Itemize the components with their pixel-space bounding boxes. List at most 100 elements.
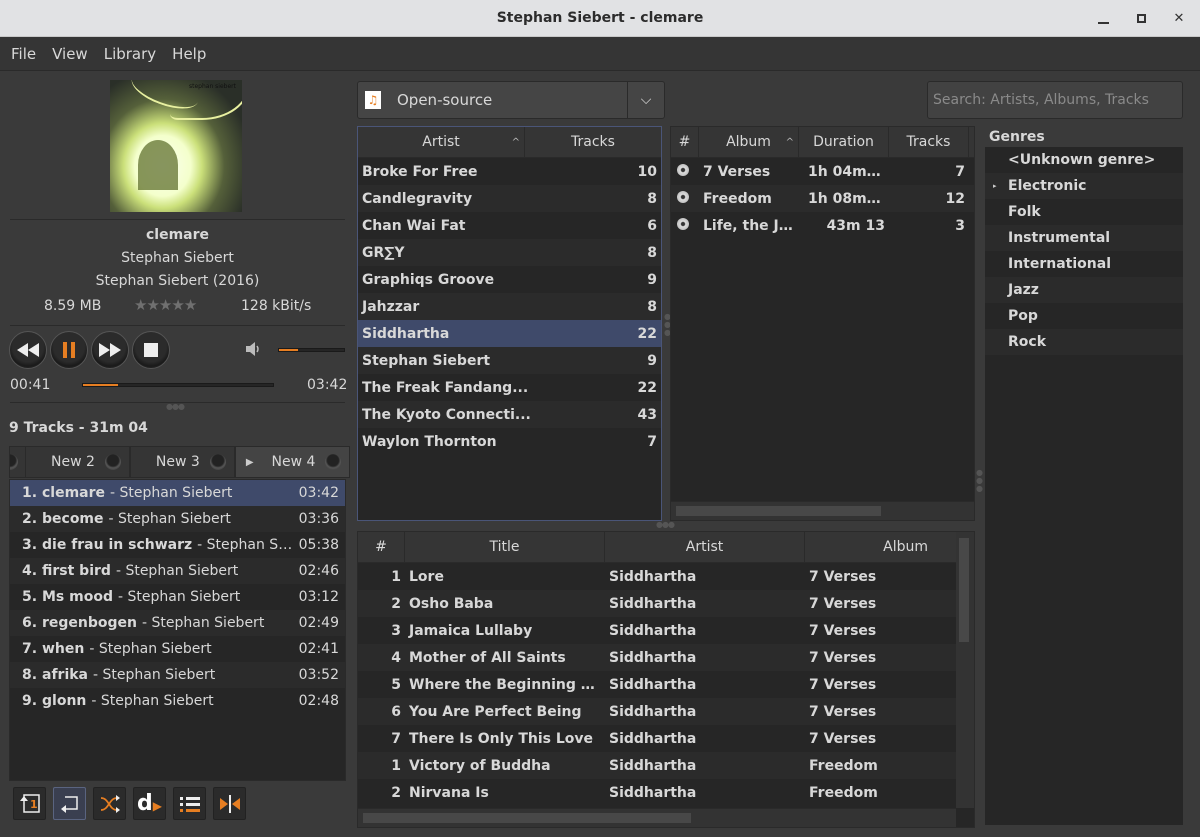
column-header-artist[interactable]: Artist bbox=[605, 532, 805, 562]
genre-item[interactable]: Jazz bbox=[985, 277, 1183, 303]
artist-row[interactable]: Broke For Free 10 bbox=[358, 158, 661, 185]
playlist-row[interactable]: 3. die frau in schwarz - Stephan Sie... 05:… bbox=[10, 532, 345, 558]
artist-row[interactable]: Stephan Siebert 9 bbox=[358, 347, 661, 374]
scrollbar-thumb[interactable] bbox=[363, 813, 691, 823]
playlist-row[interactable]: 4. first bird - Stephan Siebert 02:46 bbox=[10, 558, 345, 584]
track-row[interactable]: 1 Lore Siddhartha 7 Verses bbox=[358, 563, 956, 590]
volume-icon[interactable] bbox=[246, 342, 260, 360]
splitter-handle[interactable]: ●●● bbox=[975, 468, 984, 492]
artist-row[interactable]: Graphiqs Groove 9 bbox=[358, 266, 661, 293]
list-button[interactable] bbox=[173, 787, 206, 820]
artist-row[interactable]: Siddhartha 22 bbox=[358, 320, 661, 347]
column-header-artist[interactable]: Artist ^ bbox=[358, 127, 525, 157]
menu-library[interactable]: Library bbox=[104, 45, 164, 63]
track-duration: 03:52 bbox=[298, 667, 339, 683]
menu-help[interactable]: Help bbox=[172, 45, 214, 63]
pause-button[interactable] bbox=[50, 331, 88, 369]
genre-item[interactable]: Folk bbox=[985, 199, 1183, 225]
column-header-tracks[interactable]: Tracks bbox=[889, 127, 969, 157]
track-row[interactable]: 7 There Is Only This Love Siddhartha 7 Vers… bbox=[358, 725, 956, 752]
library-source-combo[interactable]: ♫ Open-source ⌵ bbox=[357, 81, 665, 119]
rating-stars[interactable]: ★★★★★ bbox=[134, 296, 197, 314]
tab-new-4[interactable]: ▶ New 4 bbox=[234, 446, 351, 478]
artist-row[interactable]: GR∑Y 8 bbox=[358, 239, 661, 266]
artist-row[interactable]: The Kyoto Connecti... 43 bbox=[358, 401, 661, 428]
tab-new-3[interactable]: New 3 bbox=[129, 446, 235, 478]
repeat-button[interactable] bbox=[53, 787, 86, 820]
column-header-duration[interactable]: Duration bbox=[799, 127, 889, 157]
chevron-down-icon[interactable]: ⌵ bbox=[627, 82, 664, 118]
scrollbar-thumb[interactable] bbox=[676, 506, 881, 516]
tab-close-icon[interactable] bbox=[10, 454, 18, 470]
playlist-row[interactable]: 7. when - Stephan Siebert 02:41 bbox=[10, 636, 345, 662]
album-cover[interactable]: stephan siebert bbox=[110, 80, 242, 212]
column-header-album[interactable]: Album ^ bbox=[699, 127, 799, 157]
genre-item[interactable]: ▸ Electronic bbox=[985, 173, 1183, 199]
star-icon[interactable]: ★ bbox=[134, 296, 147, 314]
tab-close-icon[interactable] bbox=[104, 454, 121, 470]
track-number: 2 bbox=[391, 784, 401, 801]
artist-row[interactable]: The Freak Fandang... 22 bbox=[358, 374, 661, 401]
track-row[interactable]: 2 Osho Baba Siddhartha 7 Verses bbox=[358, 590, 956, 617]
splitter-handle[interactable]: ●●● bbox=[656, 520, 675, 529]
track-row[interactable]: 5 Where the Beginning an... Siddhartha 7 Ve… bbox=[358, 671, 956, 698]
column-header-number[interactable]: # bbox=[358, 532, 405, 562]
star-icon[interactable]: ★ bbox=[159, 296, 172, 314]
genre-item[interactable]: International bbox=[985, 251, 1183, 277]
genre-item[interactable]: Rock bbox=[985, 329, 1183, 355]
splitter-handle[interactable]: ●●● bbox=[166, 402, 185, 411]
artist-row[interactable]: Candlegravity 8 bbox=[358, 185, 661, 212]
horizontal-scrollbar[interactable] bbox=[358, 808, 956, 827]
track-row[interactable]: 1 Victory of Buddha Siddhartha Freedom bbox=[358, 752, 956, 779]
next-button[interactable] bbox=[91, 331, 129, 369]
shuffle-button[interactable] bbox=[93, 787, 126, 820]
search-input[interactable] bbox=[927, 81, 1183, 119]
horizontal-scrollbar[interactable] bbox=[671, 501, 974, 520]
playlist-row[interactable]: 1. clemare - Stephan Siebert 03:42 bbox=[10, 480, 345, 506]
track-row[interactable]: 2 Nirvana Is Siddhartha Freedom bbox=[358, 779, 956, 806]
expand-arrow-icon[interactable]: ▸ bbox=[993, 182, 997, 190]
track-row[interactable]: 3 Jamaica Lullaby Siddhartha 7 Verses bbox=[358, 617, 956, 644]
playlist-row[interactable]: 6. regenbogen - Stephan Siebert 02:49 bbox=[10, 610, 345, 636]
playlist-row[interactable]: 5. Ms mood - Stephan Siebert 03:12 bbox=[10, 584, 345, 610]
dynamic-playlist-button[interactable]: d▶ bbox=[133, 787, 166, 820]
star-icon[interactable]: ★ bbox=[146, 296, 159, 314]
playlist-row[interactable]: 8. afrika - Stephan Siebert 03:52 bbox=[10, 662, 345, 688]
star-icon[interactable]: ★ bbox=[184, 296, 197, 314]
artist-row[interactable]: Chan Wai Fat 6 bbox=[358, 212, 661, 239]
menu-file[interactable]: File bbox=[11, 45, 44, 63]
artist-row[interactable]: Jahzzar 8 bbox=[358, 293, 661, 320]
seek-slider[interactable] bbox=[82, 383, 274, 387]
repeat-one-button[interactable]: 1 bbox=[13, 787, 46, 820]
album-row[interactable]: Life, the Jo... 43m 13 3 bbox=[671, 212, 974, 239]
genre-item[interactable]: Pop bbox=[985, 303, 1183, 329]
scrollbar-thumb[interactable] bbox=[959, 538, 969, 642]
album-row[interactable]: Freedom 1h 08m 54 12 bbox=[671, 185, 974, 212]
stop-button[interactable] bbox=[132, 331, 170, 369]
playlist-row[interactable]: 2. become - Stephan Siebert 03:36 bbox=[10, 506, 345, 532]
tab-new-2[interactable]: New 2 bbox=[25, 446, 130, 478]
vertical-scrollbar[interactable] bbox=[956, 532, 974, 808]
tab-close-icon[interactable] bbox=[325, 454, 342, 470]
column-header-album[interactable]: Album bbox=[805, 532, 956, 562]
playlist-row[interactable]: 9. glonn - Stephan Siebert 02:48 bbox=[10, 688, 345, 714]
star-icon[interactable]: ★ bbox=[171, 296, 184, 314]
previous-button[interactable] bbox=[9, 331, 47, 369]
track-row[interactable]: 6 You Are Perfect Being Siddhartha 7 Verses bbox=[358, 698, 956, 725]
volume-slider[interactable] bbox=[278, 348, 345, 352]
column-header-title[interactable]: Title bbox=[405, 532, 605, 562]
column-header-number[interactable]: # bbox=[671, 127, 699, 157]
gapless-button[interactable] bbox=[213, 787, 246, 820]
tab-hidden[interactable] bbox=[9, 446, 25, 478]
genre-item[interactable]: Instrumental bbox=[985, 225, 1183, 251]
column-header-tracks[interactable]: Tracks bbox=[525, 127, 661, 157]
track-row[interactable]: 4 Mother of All Saints Siddhartha 7 Verses bbox=[358, 644, 956, 671]
album-row[interactable]: 7 Verses 1h 04m 57 7 bbox=[671, 158, 974, 185]
close-button[interactable]: ✕ bbox=[1172, 11, 1186, 26]
tab-close-icon[interactable] bbox=[209, 454, 226, 470]
maximize-button[interactable] bbox=[1134, 12, 1148, 26]
genre-item[interactable]: <Unknown genre> bbox=[985, 147, 1183, 173]
minimize-button[interactable] bbox=[1096, 12, 1110, 26]
menu-view[interactable]: View bbox=[52, 45, 96, 63]
artist-row[interactable]: Waylon Thornton 7 bbox=[358, 428, 661, 455]
